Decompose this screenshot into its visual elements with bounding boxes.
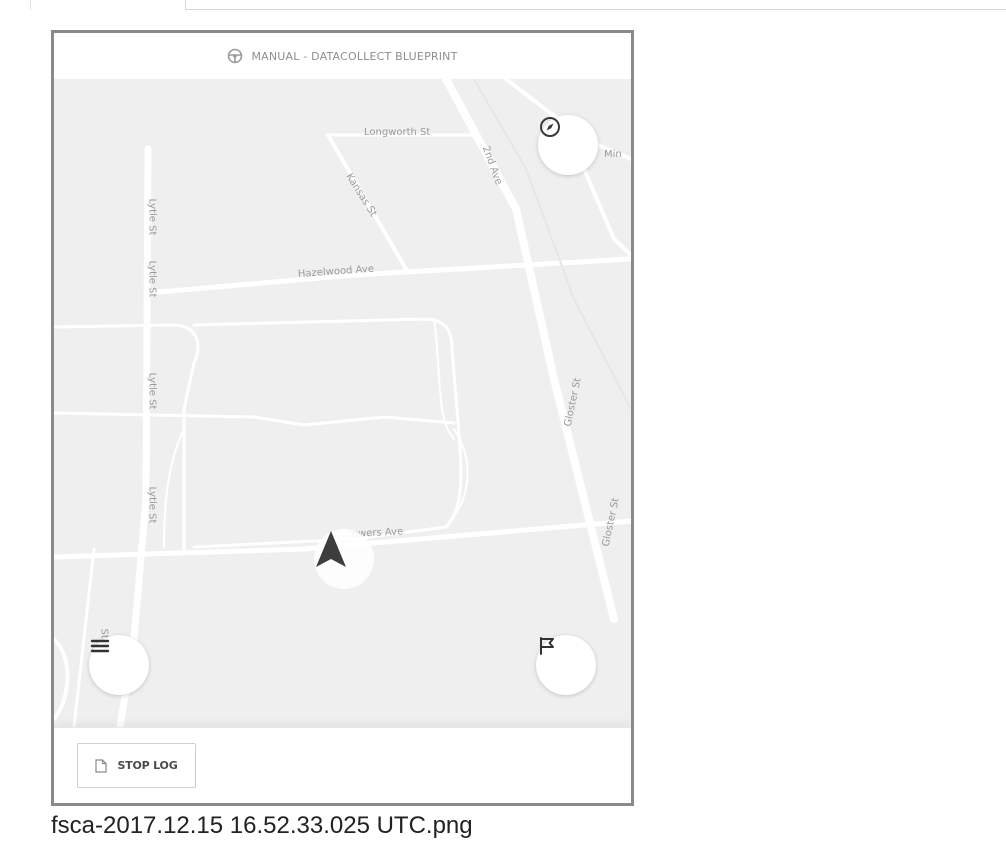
street-label-lytle-3: Lytle St [146, 372, 158, 410]
current-location-marker [314, 529, 374, 589]
top-divider [185, 0, 1006, 10]
street-label-lytle-1: Lytle St [146, 198, 158, 236]
app-screenshot-frame: MANUAL - DATACOLLECT BLUEPRINT Longworth… [51, 30, 634, 806]
street-label-lytle-4: Lytle St [146, 486, 158, 524]
navigation-arrow-icon [316, 531, 346, 567]
steering-wheel-icon [227, 48, 243, 64]
bottom-bar: STOP LOG [54, 727, 631, 803]
compass-icon [540, 117, 560, 137]
top-divider-left [30, 0, 31, 10]
map-view[interactable]: Longworth St 2nd Ave Kansas St Min Lytle… [54, 79, 631, 727]
flag-button[interactable] [536, 635, 596, 695]
menu-button[interactable] [89, 635, 149, 695]
app-header: MANUAL - DATACOLLECT BLUEPRINT [54, 33, 631, 79]
map-roads [54, 79, 631, 727]
street-label-lytle-2: Lytle St [146, 260, 158, 298]
stop-log-button[interactable]: STOP LOG [77, 743, 196, 788]
document-icon [95, 758, 108, 773]
compass-button[interactable] [538, 115, 598, 175]
stop-log-label: STOP LOG [117, 759, 178, 772]
flag-icon [540, 637, 554, 655]
image-caption: fsca-2017.12.15 16.52.33.025 UTC.png [51, 812, 473, 839]
street-label-min: Min [604, 149, 622, 160]
street-label-longworth: Longworth St [364, 127, 431, 138]
menu-icon [90, 639, 110, 653]
header-title: MANUAL - DATACOLLECT BLUEPRINT [251, 49, 458, 63]
